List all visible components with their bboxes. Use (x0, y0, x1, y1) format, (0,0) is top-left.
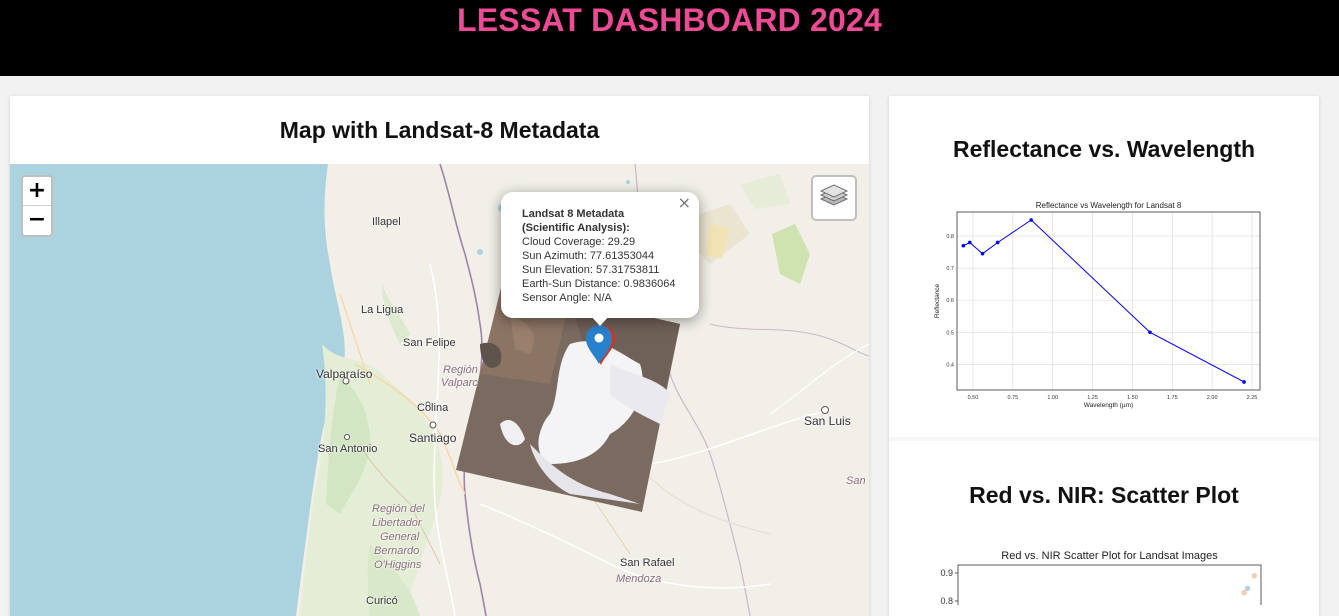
chart1-xlabel: Wavelength (µm) (1084, 402, 1133, 409)
chart1-xtick-label: 0.75 (1007, 395, 1018, 401)
place-san-truncated: San (846, 475, 866, 487)
chart1-ylabel: Reflectance (934, 283, 941, 318)
chart1-ytick-label: 0.7 (946, 266, 954, 272)
chart2-data-point (1241, 589, 1247, 596)
popup-sensor-angle: Sensor Angle: N/A (522, 292, 612, 304)
chart1-title: Reflectance vs Wavelength for Landsat 8 (1036, 201, 1182, 210)
map-panel: Map with Landsat-8 Metadata Illapel La L… (10, 96, 869, 616)
chart2-frame (957, 564, 1262, 605)
place-curico: Curicó (366, 595, 398, 607)
chart1-xtick-label: 1.75 (1167, 395, 1178, 401)
chart2-data-point (1251, 573, 1258, 579)
chart1-ytick-label: 0.4 (946, 362, 954, 368)
map-marker-icon[interactable] (585, 324, 617, 366)
popup-heading-1: Landsat 8 Metadata (522, 208, 625, 220)
chart1-xtick-label: 2.00 (1207, 395, 1218, 401)
zoom-out-button[interactable]: − (23, 206, 51, 235)
chart2-heading: Red vs. NIR: Scatter Plot (969, 482, 1239, 508)
chart1-ytick-label: 0.5 (946, 330, 954, 336)
place-valparaiso: Valparaíso (316, 367, 373, 381)
dashboard-title: LESSAT DASHBOARD 2024 (456, 2, 883, 38)
chart1-data-point (967, 240, 972, 245)
region-ohiggins-2: Libertador (372, 517, 422, 529)
chart1-heading: Reflectance vs. Wavelength (952, 136, 1256, 162)
chart1-xtick-label: 2.25 (1247, 395, 1258, 401)
chart1-data-point (961, 243, 966, 248)
popup-close-button[interactable]: × (678, 195, 691, 211)
chart1-data-point (995, 240, 1000, 245)
metadata-popup: × Landsat 8 Metadata (Scientific Analysi… (501, 192, 699, 326)
chart2-ytick-label: 0.9 (940, 568, 953, 578)
place-santiago: Santiago (409, 431, 457, 445)
region-mendoza: Mendoza (616, 573, 662, 585)
chart2-ytick-label: 0.8 (940, 596, 953, 605)
region-ohiggins-3: General (380, 531, 420, 543)
map-panel-title: Map with Landsat-8 Metadata (279, 117, 600, 143)
chart1-xtick-label: 0.50 (968, 395, 979, 401)
place-san-rafael: San Rafael (620, 557, 675, 569)
red-nir-scatter-chart: Red vs. NIR Scatter Plot for Landsat Ima… (940, 550, 1262, 605)
map-tiles (10, 164, 869, 616)
zoom-in-button[interactable]: + (23, 177, 51, 206)
zoom-control: + − (21, 175, 53, 237)
map-view[interactable]: Illapel La Ligua San Felipe Valparaíso R… (10, 164, 869, 616)
place-san-luis: San Luis (804, 414, 851, 428)
region-ohiggins-1: Región del (372, 503, 425, 515)
region-ohiggins-5: O'Higgins (374, 559, 422, 571)
popup-tip (590, 315, 610, 326)
place-illapel: Illapel (372, 216, 401, 228)
chart1-data-point (1242, 380, 1246, 384)
reflectance-line-chart: Reflectance vs Wavelength for Landsat 8 0… (934, 201, 1261, 409)
chart1-series-line (963, 219, 1245, 383)
region-valparaiso-label: Región (443, 364, 478, 376)
region-valparaiso-label-2: Valparc (441, 377, 478, 389)
chart1-data-point (1029, 218, 1033, 222)
place-la-ligua: La Ligua (361, 304, 404, 316)
chart1-xtick-label: 1.25 (1087, 395, 1098, 401)
place-san-felipe: San Felipe (403, 337, 456, 349)
place-san-antonio: San Antonio (318, 443, 378, 455)
popup-heading-2: (Scientific Analysis): (522, 222, 630, 234)
popup-sun-azimuth: Sun Azimuth: 77.61353044 (522, 250, 655, 262)
layers-icon (819, 184, 849, 206)
popup-sun-elevation: Sun Elevation: 57.31753811 (522, 264, 660, 276)
popup-cloud-coverage: Cloud Coverage: 29.29 (522, 236, 636, 248)
charts-divider (889, 437, 1319, 441)
chart1-frame (956, 211, 1261, 391)
landsat-scene-overlay (456, 284, 680, 512)
header-bar: LESSAT DASHBOARD 2024 (0, 0, 1339, 76)
chart1-data-point (1148, 330, 1152, 335)
region-ohiggins-4: Bernardo (374, 545, 420, 557)
layers-control-button[interactable] (811, 175, 857, 221)
place-colina: Colina (417, 402, 449, 414)
chart1-xtick-label: 1.00 (1047, 395, 1058, 401)
chart1-xtick-label: 1.50 (1127, 395, 1138, 401)
chart1-ytick-label: 0.8 (946, 234, 954, 240)
chart1-ytick-label: 0.6 (946, 298, 954, 304)
popup-earth-sun-distance: Earth-Sun Distance: 0.9836064 (522, 278, 676, 290)
chart1-data-point (980, 251, 985, 256)
chart2-title: Red vs. NIR Scatter Plot for Landsat Ima… (1001, 550, 1218, 562)
